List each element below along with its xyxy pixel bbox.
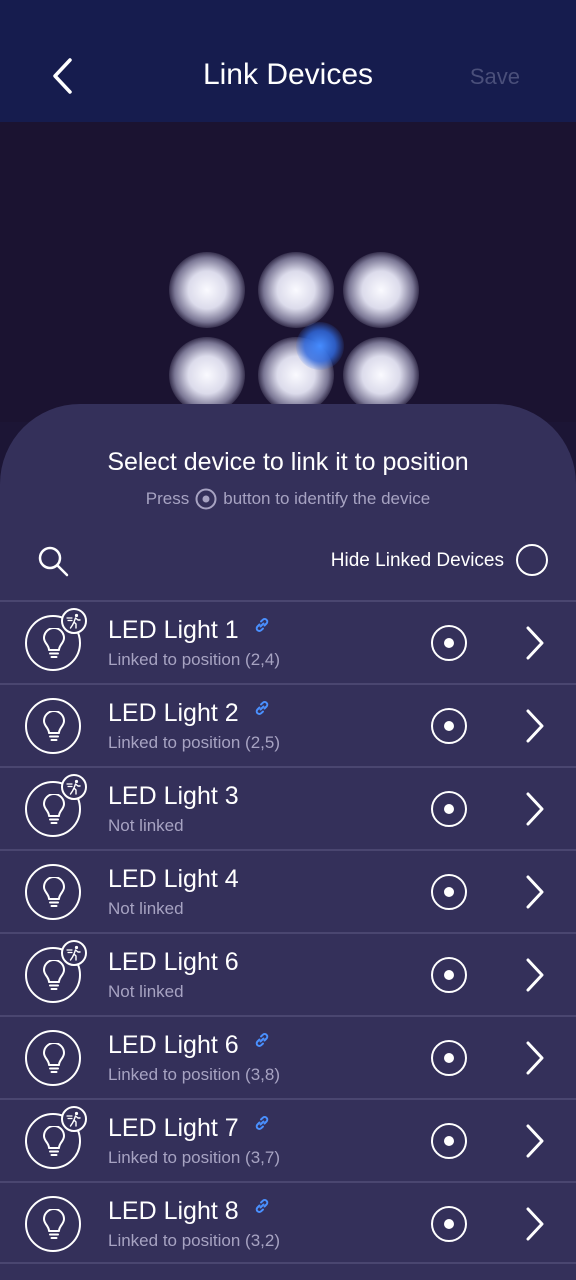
- chevron-right-icon[interactable]: [522, 707, 548, 745]
- chevron-right-icon[interactable]: [522, 873, 548, 911]
- device-name-wrap: LED Light 1: [108, 616, 271, 645]
- hint-text-before: Press: [145, 489, 190, 508]
- chevron-right-icon[interactable]: [522, 1122, 548, 1160]
- motion-sensor-badge: [61, 1106, 87, 1132]
- device-row[interactable]: LED Light 6 Linked to position (3,8): [0, 1015, 576, 1098]
- light-bulb-icon: [43, 1209, 65, 1239]
- sheet-hint: Press button to identify the device: [0, 488, 576, 510]
- search-icon: [38, 546, 69, 577]
- link-icon: [255, 617, 268, 632]
- motion-sensor-badge: [61, 940, 87, 966]
- save-button[interactable]: Save: [470, 64, 520, 90]
- device-name: LED Light 4: [108, 865, 239, 893]
- motion-sensor-badge: [61, 774, 87, 800]
- motion-sensor-icon: [66, 945, 81, 961]
- light-dot: [343, 252, 419, 328]
- light-bulb-icon: [43, 960, 65, 990]
- top-bar: Link Devices Save: [0, 0, 576, 122]
- light-bulb-icon: [43, 877, 65, 907]
- chevron-right-icon[interactable]: [522, 790, 548, 828]
- identify-button[interactable]: [431, 708, 467, 744]
- identify-button[interactable]: [431, 1123, 467, 1159]
- chevron-right-icon[interactable]: [522, 1205, 548, 1243]
- identify-button[interactable]: [431, 957, 467, 993]
- chevron-right-icon[interactable]: [522, 1039, 548, 1077]
- device-status: Linked to position (3,2): [108, 1231, 280, 1250]
- device-status: Not linked: [108, 816, 184, 835]
- link-icon: [255, 1032, 268, 1047]
- link-icon: [255, 1115, 268, 1130]
- motion-sensor-badge: [61, 608, 87, 634]
- device-row[interactable]: LED Light 8 Linked to position (3,2): [0, 1181, 576, 1264]
- device-name-wrap: LED Light 6: [108, 948, 239, 977]
- hint-text-after: button to identify the device: [223, 489, 431, 508]
- motion-sensor-icon: [66, 779, 81, 795]
- device-avatar: [25, 1030, 81, 1086]
- light-dot: [258, 252, 334, 328]
- device-status: Not linked: [108, 899, 184, 918]
- device-row[interactable]: LED Light 6 Not linked: [0, 932, 576, 1015]
- link-icon: [255, 700, 268, 715]
- search-button[interactable]: [36, 544, 70, 578]
- device-name: LED Light 6: [108, 948, 239, 976]
- motion-sensor-icon: [66, 1111, 81, 1127]
- device-row[interactable]: LED Light 1 Linked to position (2,4): [0, 600, 576, 683]
- device-avatar: [25, 864, 81, 920]
- device-name-wrap: LED Light 6: [108, 1031, 271, 1060]
- device-name: LED Light 8: [108, 1197, 239, 1225]
- light-dot: [169, 337, 245, 413]
- sheet-title: Select device to link it to position: [107, 448, 469, 476]
- device-name: LED Light 3: [108, 782, 239, 810]
- device-name-wrap: LED Light 7: [108, 1114, 271, 1143]
- device-status: Linked to position (3,8): [108, 1065, 280, 1084]
- device-name-wrap: LED Light 3: [108, 782, 239, 811]
- device-list: LED Light 1 Linked to position (2,4) LED…: [0, 600, 576, 1264]
- light-bulb-icon: [43, 1043, 65, 1073]
- hide-linked-label: Hide Linked Devices: [330, 550, 504, 571]
- light-bulb-icon: [43, 711, 65, 741]
- device-name-wrap: LED Light 2: [108, 699, 271, 728]
- device-name: LED Light 7: [108, 1114, 239, 1142]
- device-name-wrap: LED Light 4: [108, 865, 239, 894]
- device-status: Linked to position (2,5): [108, 733, 280, 752]
- identify-button[interactable]: [431, 1206, 467, 1242]
- device-name: LED Light 2: [108, 699, 239, 727]
- light-grid-preview: [0, 122, 576, 422]
- device-status: Linked to position (2,4): [108, 650, 280, 669]
- device-row[interactable]: LED Light 7 Linked to position (3,7): [0, 1098, 576, 1181]
- device-status: Linked to position (3,7): [108, 1148, 280, 1167]
- device-avatar: [25, 1196, 81, 1252]
- light-bulb-icon: [43, 1126, 65, 1156]
- light-bulb-icon: [43, 794, 65, 824]
- device-row[interactable]: LED Light 4 Not linked: [0, 849, 576, 932]
- light-dot: [343, 337, 419, 413]
- identify-button[interactable]: [431, 791, 467, 827]
- device-name-wrap: LED Light 8: [108, 1197, 271, 1226]
- motion-sensor-icon: [66, 613, 81, 629]
- identify-button[interactable]: [431, 874, 467, 910]
- selected-position-marker: [296, 322, 344, 370]
- light-dot: [169, 252, 245, 328]
- light-bulb-icon: [43, 628, 65, 658]
- identify-button[interactable]: [431, 1040, 467, 1076]
- identify-button[interactable]: [431, 625, 467, 661]
- device-name: LED Light 6: [108, 1031, 239, 1059]
- device-sheet: Select device to link it to position Pre…: [0, 404, 576, 1280]
- chevron-right-icon[interactable]: [522, 624, 548, 662]
- chevron-right-icon[interactable]: [522, 956, 548, 994]
- device-row[interactable]: LED Light 2 Linked to position (2,5): [0, 683, 576, 766]
- device-status: Not linked: [108, 982, 184, 1001]
- hide-linked-toggle[interactable]: [516, 544, 548, 576]
- identify-icon: [195, 488, 217, 510]
- device-row[interactable]: LED Light 3 Not linked: [0, 766, 576, 849]
- device-avatar: [25, 698, 81, 754]
- link-icon: [255, 1198, 268, 1213]
- device-name: LED Light 1: [108, 616, 239, 644]
